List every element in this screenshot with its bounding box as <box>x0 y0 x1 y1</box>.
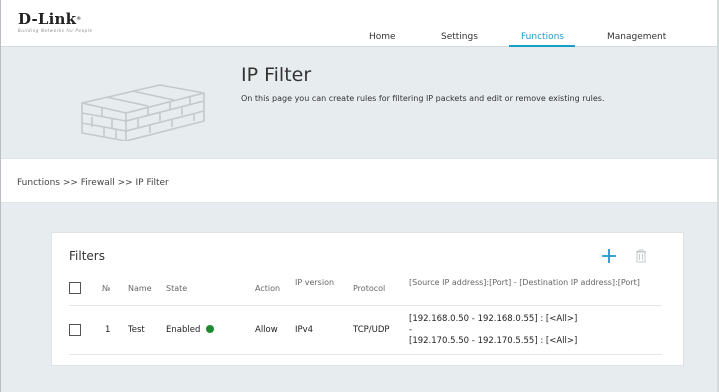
nav-functions[interactable]: Functions <box>521 32 564 42</box>
delete-rule-button[interactable] <box>635 249 647 263</box>
logo-wordmark: D-Link® <box>18 10 82 28</box>
nav-management[interactable]: Management <box>607 32 666 42</box>
trash-icon <box>636 249 646 263</box>
header-divider <box>69 305 662 306</box>
filters-card: Filters № Name State Action IP version P… <box>51 232 684 366</box>
nav-settings[interactable]: Settings <box>441 32 478 42</box>
row-name[interactable]: Test <box>128 325 145 336</box>
row-number: 1 <box>105 325 111 335</box>
column-header-protocol: Protocol <box>353 284 386 293</box>
column-header-action: Action <box>255 284 281 293</box>
top-navbar: D-Link® Building Networks for People Hom… <box>1 0 717 47</box>
logo-tagline: Building Networks for People <box>18 28 93 33</box>
status-enabled-dot <box>206 325 215 333</box>
column-header-name: Name <box>128 284 152 293</box>
row-state-label: Enabled <box>166 325 201 335</box>
page-title: IP Filter <box>241 64 312 86</box>
column-header-addresses: [Source IP address]:[Port] - [Destinatio… <box>409 278 640 287</box>
plus-icon <box>602 249 616 263</box>
column-header-number: № <box>102 284 111 293</box>
filters-title: Filters <box>69 249 105 263</box>
page-description: On this page you can create rules for fi… <box>241 94 605 103</box>
row-address-destination: [192.170.5.50 - 192.170.5.55] : [<All>] <box>409 336 578 346</box>
row-state: Enabled <box>166 325 215 336</box>
breadcrumb-bar: Functions >> Firewall >> IP Filter <box>1 158 717 203</box>
row-checkbox[interactable] <box>69 324 81 336</box>
row-divider <box>69 354 662 355</box>
row-action: Allow <box>255 325 278 335</box>
page-header: IP Filter On this page you can create ru… <box>1 48 717 158</box>
column-header-ip-version: IP version <box>295 278 335 287</box>
row-ip-version: IPv4 <box>295 325 314 335</box>
row-address-separator: - <box>409 325 413 335</box>
row-address-source: [192.168.0.50 - 192.168.0.55] : [<All>] <box>409 314 578 324</box>
nav-home[interactable]: Home <box>369 32 396 42</box>
nav-active-indicator <box>509 45 575 47</box>
breadcrumb: Functions >> Firewall >> IP Filter <box>17 178 169 188</box>
firewall-brick-wall-icon <box>81 84 205 141</box>
column-header-state: State <box>166 284 188 293</box>
row-protocol: TCP/UDP <box>353 325 390 335</box>
add-rule-button[interactable] <box>600 247 618 265</box>
dlink-logo[interactable]: D-Link® Building Networks for People <box>18 10 93 34</box>
select-all-checkbox[interactable] <box>69 282 81 294</box>
